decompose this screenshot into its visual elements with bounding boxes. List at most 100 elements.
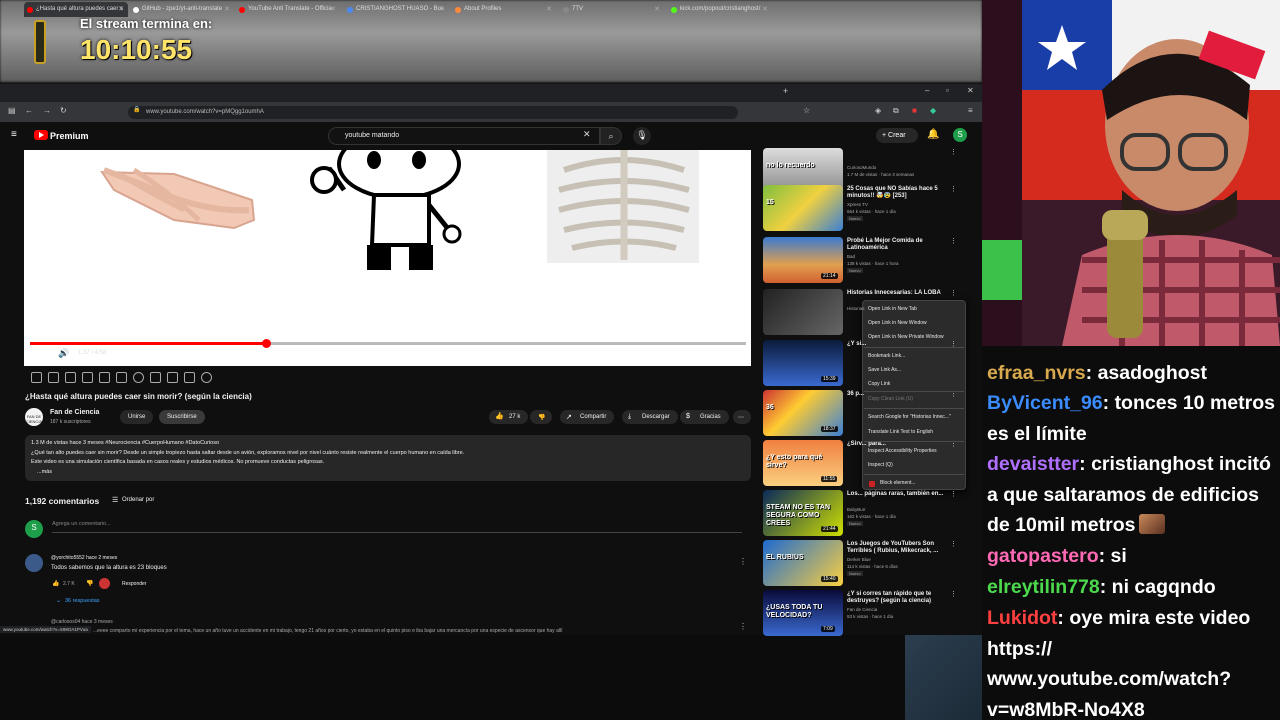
bookmark-star-icon[interactable]: ☆	[803, 106, 810, 115]
fullscreen-icon[interactable]: ⛶	[728, 348, 734, 359]
comment-dislike-icon[interactable]: 👎	[86, 580, 93, 587]
tab-close-icon[interactable]: ✕	[224, 5, 230, 13]
clear-search-icon[interactable]: ✕	[583, 129, 591, 140]
tab-close-icon[interactable]: ✕	[330, 5, 336, 13]
channel-name[interactable]: Fan de Ciencia	[50, 409, 99, 416]
channel-avatar[interactable]: FAN DE CIENCIA	[25, 408, 43, 426]
browser-tab[interactable]: ¿Hasta qué altura puedes caer s ✕	[24, 2, 128, 17]
avatar[interactable]: S	[953, 128, 967, 142]
search-button[interactable]: ⌕	[600, 127, 622, 145]
more-actions-button[interactable]: ⋯	[733, 410, 751, 424]
more-options-icon[interactable]: ⋮	[950, 490, 957, 498]
chat-username[interactable]: elreytilin778	[987, 576, 1100, 598]
video-player[interactable]	[24, 150, 751, 366]
url-field[interactable]: www.youtube.com/watch?v=pMQgg1oumhA	[128, 106, 738, 119]
menu-icon[interactable]: ≡	[968, 106, 973, 115]
tab-close-icon[interactable]: ✕	[438, 5, 444, 13]
ext-tool-icon-4[interactable]	[82, 372, 93, 383]
more-options-icon[interactable]: ⋮	[950, 148, 957, 156]
comment-menu-icon-2[interactable]: ⋮	[739, 622, 747, 631]
settings-gear-icon[interactable]: ⚙	[659, 348, 667, 359]
context-menu-item[interactable]: Copy Link	[868, 381, 890, 387]
ext-tool-icon-10[interactable]	[184, 372, 195, 383]
microphone-icon[interactable]: 🎙	[633, 127, 651, 145]
video-title[interactable]: ¿Sirv... para...	[847, 441, 951, 448]
tab-close-icon[interactable]: ✕	[762, 5, 768, 13]
create-button[interactable]: + Crear	[876, 128, 918, 143]
volume-icon[interactable]: 🔊	[58, 348, 69, 359]
tab-close-icon[interactable]: ✕	[546, 5, 552, 13]
video-thumbnail[interactable]	[763, 289, 843, 335]
notifications-bell-icon[interactable]: 🔔	[927, 129, 939, 140]
chat-username[interactable]: efraa_nvrs	[987, 362, 1086, 384]
extension-2-icon[interactable]: ◆	[930, 106, 936, 115]
theater-mode-icon[interactable]: ▭	[705, 348, 714, 359]
more-options-icon[interactable]: ⋮	[950, 289, 957, 297]
video-title[interactable]: ¿Y si corres tan rápido que te destruyes…	[847, 591, 951, 605]
browser-tab[interactable]: YouTube Anti Translate - Officia ✕	[236, 2, 340, 17]
context-menu-item[interactable]: Save Link As...	[868, 367, 901, 373]
recommended-video[interactable]: ¿USAS TODA TU VELOCIDAD? 7:09 ¿Y si corres…	[763, 590, 963, 638]
ext-tool-icon-9[interactable]	[167, 372, 178, 383]
comment-user-2[interactable]: @carlosos04 hace 3 meses	[51, 619, 113, 625]
video-title[interactable]: Historias Innecesarias: LA LOBA	[847, 290, 951, 297]
browser-tab[interactable]: kick.com/popout/cristianghost/✕	[668, 2, 772, 17]
autoplay-toggle-icon[interactable]: ⏯	[612, 348, 619, 359]
shield-icon[interactable]: ◈	[875, 106, 881, 115]
forward-icon[interactable]: →	[43, 106, 51, 115]
ublock-icon[interactable]: ■	[912, 106, 917, 115]
context-menu-item[interactable]: Open Link in New Window	[868, 320, 927, 326]
maximize-icon[interactable]: ▫	[946, 86, 949, 95]
context-menu-item[interactable]: Translate Link Text to English	[868, 429, 933, 435]
comment-like-icon[interactable]: 👍	[52, 580, 59, 587]
reply-button[interactable]: Responder	[122, 581, 146, 587]
comment-user[interactable]: @yorchito5552 hace 2 meses	[51, 555, 117, 561]
comment-input[interactable]: Agrega un comentario...	[52, 521, 742, 533]
ext-tool-icon-7[interactable]	[133, 372, 144, 383]
back-icon[interactable]: ←	[25, 106, 33, 115]
ext-tool-icon-5[interactable]	[99, 372, 110, 383]
search-input[interactable]: youtube matando	[328, 127, 600, 145]
context-menu-item[interactable]: Inspect Accessibility Properties	[868, 448, 937, 454]
chat-username[interactable]: Lukidot	[987, 607, 1057, 629]
recommended-video[interactable]: 15 25 Cosas que NO Sabías hace 5 minutos!…	[763, 185, 963, 233]
channel-name[interactable]: Xpress TV	[847, 202, 868, 207]
browser-tab[interactable]: CRISTIANGHOST HUASO - Bus ✕	[344, 2, 448, 17]
ext-tool-icon-6[interactable]	[116, 372, 127, 383]
commenter-avatar[interactable]	[25, 554, 43, 572]
video-title[interactable]: Probé La Mejor Comida de Latinoamérica	[847, 238, 951, 252]
channel-name[interactable]: Derker Blue	[847, 557, 871, 562]
context-menu-item[interactable]: Inspect (Q)	[868, 462, 893, 468]
browser-tab[interactable]: 7TV ✕	[560, 2, 664, 17]
channel-name[interactable]: Fan de Ciencia	[847, 607, 877, 612]
video-thumbnail[interactable]: 15	[763, 185, 843, 231]
video-title[interactable]: Los Juegos de YouTubers Son Terribles ( …	[847, 541, 951, 555]
subtitles-icon[interactable]: ▭	[636, 348, 645, 359]
recommended-video[interactable]: STEAM NO ES TAN SEGURA COMO CREES 21:44 Lo…	[763, 490, 963, 538]
play-icon[interactable]: ▶	[36, 348, 43, 359]
video-title[interactable]: Los... páginas raras, también en...	[847, 491, 951, 498]
recommended-video[interactable]: EL RUBIUS 15:40 Los Juegos de YouTubers So…	[763, 540, 963, 588]
recommended-video[interactable]: 21:14 Probé La Mejor Comida de Latinoamér…	[763, 237, 963, 285]
channel-name[interactable]: BabyBurr	[847, 507, 866, 512]
recommended-video[interactable]: Historias Innecesarias: LA LOBA Historias…	[763, 289, 963, 337]
more-options-icon[interactable]: ⋮	[950, 590, 957, 598]
join-button[interactable]: Unirse	[120, 410, 154, 424]
tab-close-icon[interactable]: ✕	[118, 5, 124, 13]
comment-menu-icon[interactable]: ⋮	[739, 557, 747, 566]
browser-tab[interactable]: About Profiles ✕	[452, 2, 556, 17]
dislike-button[interactable]: 👎	[530, 410, 552, 424]
chat-username[interactable]: devaistter	[987, 453, 1079, 475]
context-menu-item[interactable]: Open Link in New Tab	[868, 306, 917, 312]
miniplayer-icon[interactable]: ▣	[682, 348, 691, 359]
hamburger-icon[interactable]: ≡	[11, 129, 17, 140]
channel-name[interactable]: CuriosoMundo	[847, 165, 876, 170]
more-options-icon[interactable]: ⋮	[950, 185, 957, 193]
close-window-icon[interactable]: ✕	[967, 86, 974, 95]
ext-settings-icon[interactable]	[201, 372, 212, 383]
sidebar-toggle-icon[interactable]: ▤	[8, 106, 16, 115]
sort-button[interactable]: Ordenar por	[122, 497, 154, 503]
context-menu-item[interactable]: Search Google for "Historias Innec..."	[868, 414, 951, 420]
description-more-link[interactable]: ...más	[37, 469, 52, 475]
subscribe-button[interactable]: Suscribirse	[159, 410, 205, 424]
